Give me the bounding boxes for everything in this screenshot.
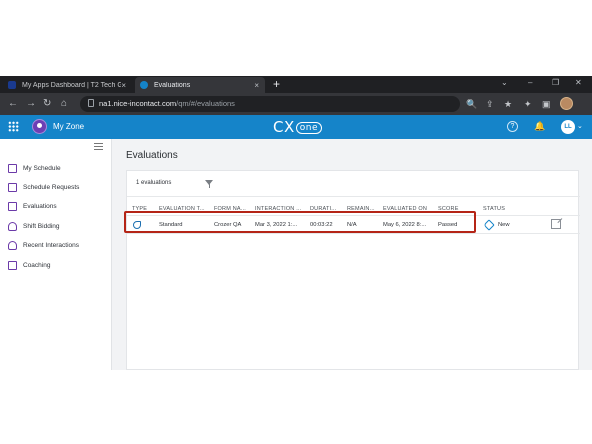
sidebar-item-recent-interactions[interactable]: Recent Interactions: [8, 238, 79, 252]
tab-search-icon[interactable]: ⌄: [501, 78, 508, 87]
open-external-icon[interactable]: [551, 219, 561, 229]
zone-title: My Zone: [53, 122, 85, 131]
results-toolbar: 1 evaluations: [127, 171, 580, 197]
logo-text: CX: [273, 118, 295, 136]
bell-icon[interactable]: 🔔: [534, 121, 545, 132]
minimize-button[interactable]: –: [528, 78, 532, 87]
close-tab-icon[interactable]: ×: [254, 81, 259, 90]
sidebar-item-evaluations[interactable]: Evaluations: [8, 199, 57, 213]
url-path: /qm/#/evaluations: [176, 99, 235, 108]
page-title: Evaluations: [126, 150, 178, 161]
tab-title: Evaluations: [154, 81, 191, 89]
evaluation-count: 1 evaluations: [136, 180, 172, 186]
profile-avatar[interactable]: [560, 97, 573, 110]
sidebar-item-label: Schedule Requests: [23, 183, 80, 191]
sidebar-item-shift-bidding[interactable]: Shift Bidding: [8, 219, 60, 233]
recent-interactions-icon: [8, 240, 17, 250]
browser-toolbar: ← → ↻ ⌂ na1.nice-incontact.com/qm/#/eval…: [0, 93, 592, 115]
evaluations-icon: [8, 201, 17, 211]
row-highlight-annotation: [124, 211, 476, 233]
lock-icon: [88, 99, 94, 107]
calendar-icon: [8, 163, 17, 173]
sidebar: My Schedule Schedule Requests Evaluation…: [0, 139, 112, 370]
app-launcher-icon[interactable]: [8, 121, 19, 132]
my-zone-icon: [32, 119, 47, 134]
bookmark-star-icon[interactable]: ★: [504, 98, 512, 110]
address-bar[interactable]: na1.nice-incontact.com/qm/#/evaluations: [80, 96, 460, 112]
tag-icon: [483, 219, 495, 231]
sidebar-item-coaching[interactable]: Coaching: [8, 258, 50, 272]
column-header-status[interactable]: STATUS: [483, 206, 505, 212]
url-text: na1.nice-incontact.com/qm/#/evaluations: [99, 99, 235, 108]
sidebar-item-label: Recent Interactions: [23, 241, 80, 249]
close-tab-icon[interactable]: ×: [121, 81, 126, 90]
coaching-icon: [8, 260, 17, 270]
browser-tab-dashboard[interactable]: My Apps Dashboard | T2 Tech Gr ×: [4, 77, 132, 93]
browser-tab-evaluations[interactable]: Evaluations ×: [135, 77, 265, 93]
logo-sub-text: one: [295, 122, 322, 134]
cxone-logo: CX one: [273, 118, 322, 136]
zoom-icon[interactable]: 🔍: [466, 98, 477, 110]
reload-button[interactable]: ↻: [43, 97, 51, 111]
back-button[interactable]: ←: [8, 97, 18, 111]
dashboard-favicon-icon: [8, 81, 16, 89]
chevron-down-icon[interactable]: ⌄: [577, 122, 583, 130]
cloud-favicon-icon: [140, 81, 148, 89]
browser-tab-strip: My Apps Dashboard | T2 Tech Gr × Evaluat…: [0, 76, 592, 93]
url-host: na1.nice-incontact.com: [99, 99, 177, 108]
cell-status: New: [498, 222, 510, 228]
close-window-button[interactable]: ✕: [575, 78, 582, 87]
sidebar-item-label: Shift Bidding: [23, 222, 60, 230]
app-header: My Zone CX one ? 🔔 LL ⌄: [0, 115, 592, 139]
sidebar-item-label: Coaching: [23, 261, 51, 269]
new-tab-button[interactable]: +: [273, 77, 280, 91]
shift-bidding-icon: [8, 221, 17, 231]
schedule-requests-icon: [8, 182, 17, 192]
extensions-icon[interactable]: ✦: [524, 98, 532, 110]
filter-icon[interactable]: [203, 177, 216, 190]
forward-button[interactable]: →: [26, 97, 36, 111]
main-content: Evaluations 1 evaluations TYPE EVALUATIO…: [113, 139, 592, 370]
sidebar-item-schedule-requests[interactable]: Schedule Requests: [8, 180, 79, 194]
user-avatar[interactable]: LL: [561, 120, 575, 134]
tab-title: My Apps Dashboard | T2 Tech Gr: [22, 81, 122, 89]
home-button[interactable]: ⌂: [61, 97, 67, 111]
help-icon[interactable]: ?: [507, 121, 518, 132]
side-panel-icon[interactable]: ▣: [542, 98, 551, 110]
share-icon[interactable]: ⇪: [486, 98, 494, 110]
restore-button[interactable]: ❐: [552, 78, 559, 87]
collapse-menu-icon[interactable]: [94, 143, 103, 150]
evaluations-table-card: 1 evaluations TYPE EVALUATION T... FORM …: [126, 170, 580, 370]
sidebar-item-my-schedule[interactable]: My Schedule: [8, 161, 61, 175]
sidebar-item-label: Evaluations: [23, 202, 57, 210]
sidebar-item-label: My Schedule: [23, 164, 61, 172]
